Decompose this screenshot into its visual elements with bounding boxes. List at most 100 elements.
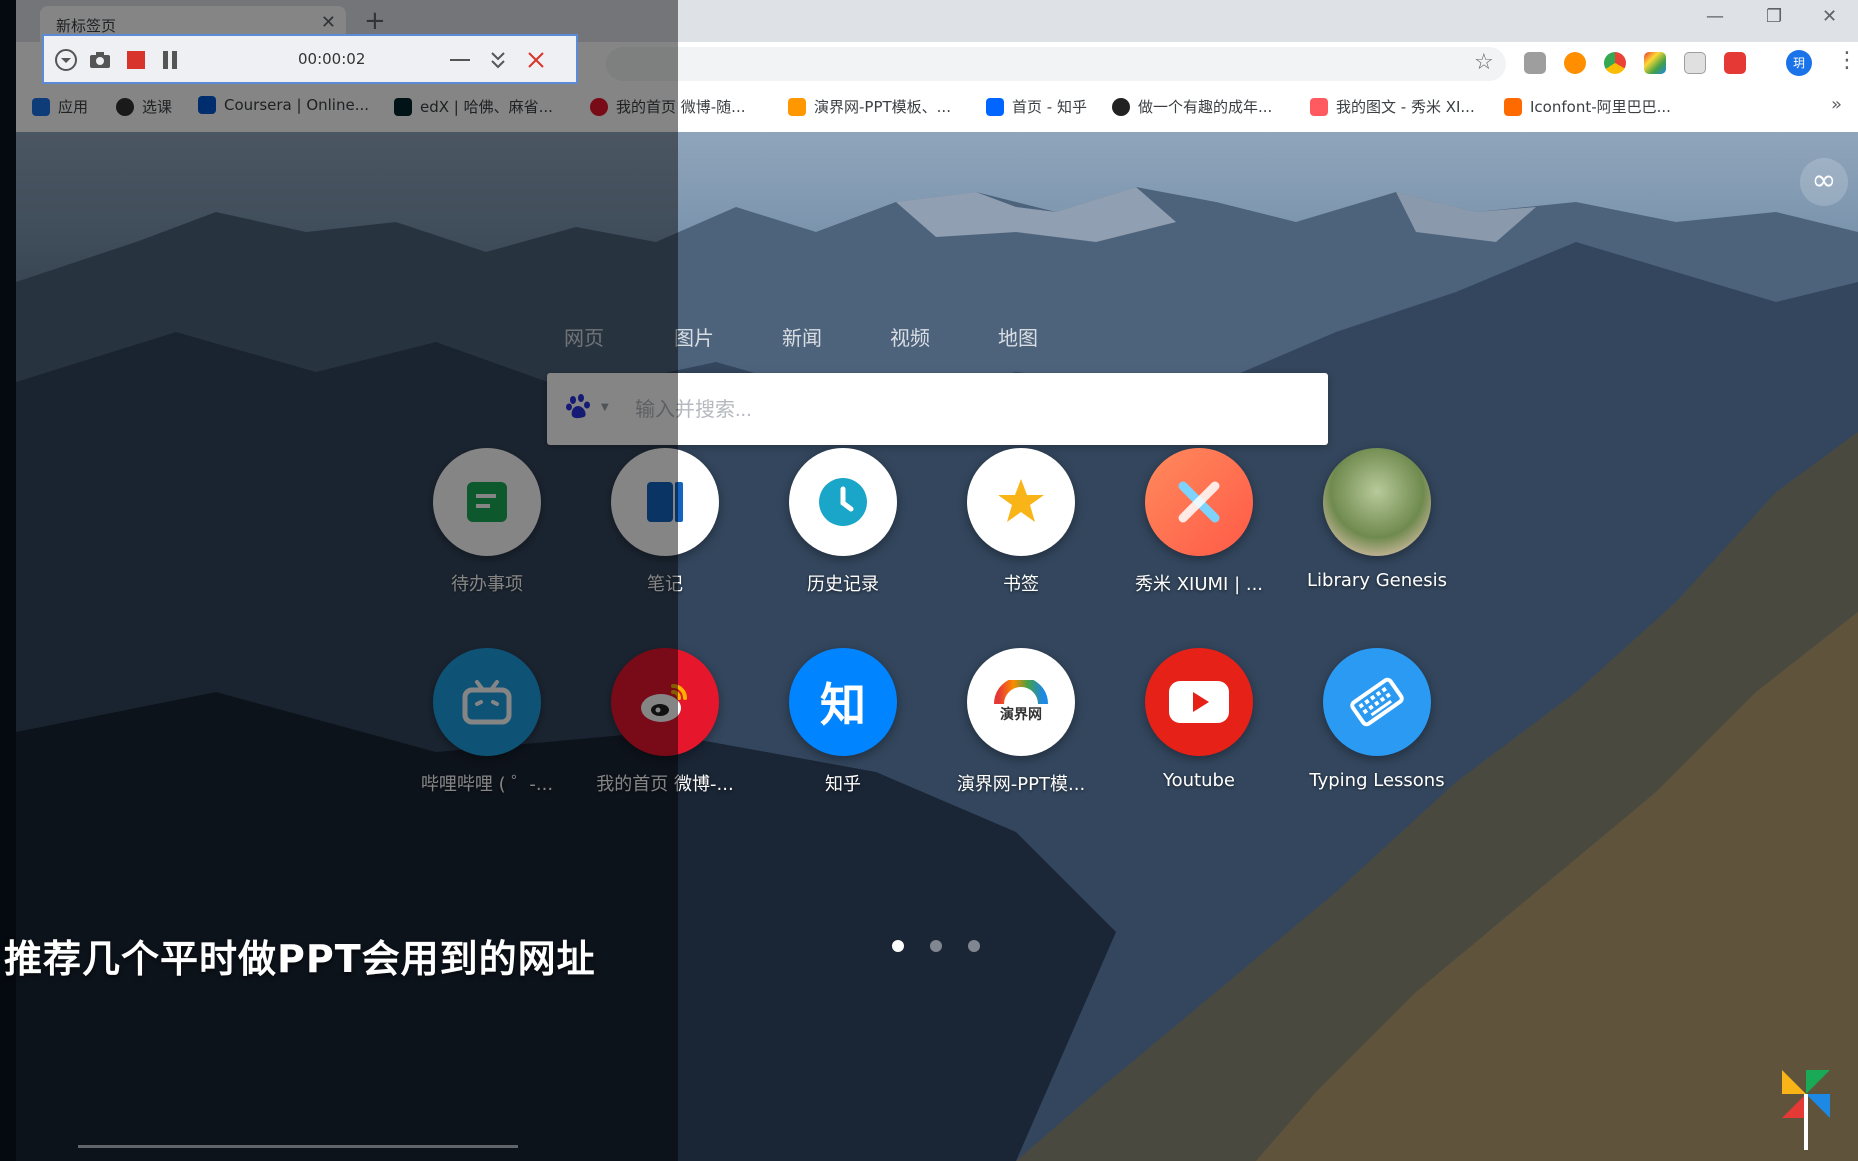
bookmark-label: 演界网-PPT模板、...: [814, 98, 951, 116]
search-tab-map[interactable]: 地图: [998, 322, 1038, 351]
bookmark-label: 应用: [58, 98, 89, 116]
bookmarks-overflow-icon[interactable]: »: [1831, 94, 1842, 115]
reader-ext-icon[interactable]: [1684, 52, 1706, 74]
address-bar[interactable]: [606, 47, 1506, 81]
tile-typing-lessons[interactable]: Typing Lessons: [1292, 648, 1462, 818]
bookmark-courses[interactable]: 选课: [116, 96, 172, 117]
search-input[interactable]: [633, 385, 1307, 435]
tile-bookmarks[interactable]: 书签: [936, 448, 1106, 618]
search-tab-images[interactable]: 图片: [674, 322, 714, 351]
tile-label: Typing Lessons: [1309, 770, 1445, 791]
page-dot-3[interactable]: [968, 940, 980, 952]
todo-icon: [433, 448, 541, 556]
bookmark-label: 我的首页 微博-随...: [616, 98, 746, 116]
red-ext-icon[interactable]: [1724, 52, 1746, 74]
page-dot-1[interactable]: [892, 940, 904, 952]
restore-window-button[interactable]: ❐: [1766, 6, 1782, 27]
translate-icon[interactable]: [1524, 52, 1546, 74]
tile-label: 哔哩哔哩 ( ゜-...: [420, 774, 554, 795]
tile-library-genesis[interactable]: Library Genesis: [1292, 448, 1462, 618]
close-icon[interactable]: [522, 46, 550, 74]
tile-label: 演界网-PPT模...: [956, 774, 1086, 795]
new-tab-button[interactable]: +: [364, 6, 386, 36]
tile-notes[interactable]: 笔记: [580, 448, 750, 618]
tile-label: 知乎: [825, 774, 861, 795]
color-ext-icon[interactable]: [1644, 52, 1666, 74]
tile-label: 秀米 XIUMI | ...: [1134, 574, 1264, 595]
minimize-window-button[interactable]: —: [1706, 6, 1724, 27]
bookmark-coursera[interactable]: Coursera | Online...: [198, 96, 369, 114]
weibo-tile-icon: [611, 648, 719, 756]
search-tab-news[interactable]: 新闻: [782, 322, 822, 351]
yanjie-tile-icon: 演界网: [967, 648, 1075, 756]
tile-zhihu[interactable]: 知 知乎: [758, 648, 928, 818]
bookmark-xiumi[interactable]: 我的图文 - 秀米 XI...: [1310, 96, 1475, 117]
recording-timer: 00:00:02: [298, 50, 366, 68]
bookmark-apps[interactable]: 应用: [32, 96, 88, 117]
coursera-icon: [198, 96, 216, 114]
tile-weibo[interactable]: 我的首页 微博-...: [580, 648, 750, 818]
page-dot-2[interactable]: [930, 940, 942, 952]
notes-icon: [611, 448, 719, 556]
xiumi-icon: [1310, 97, 1328, 116]
bookmark-weibo[interactable]: 我的首页 微博-随...: [590, 96, 746, 117]
bookmark-iconfont[interactable]: Iconfont-阿里巴巴...: [1504, 96, 1671, 117]
bookmark-fun-adult[interactable]: 做一个有趣的成年...: [1112, 96, 1272, 117]
profile-avatar[interactable]: 玥: [1786, 50, 1812, 76]
xiumi-tile-icon: [1145, 448, 1253, 556]
pinwheel-logo-icon: [1782, 1070, 1830, 1150]
infinity-ext-icon[interactable]: [1564, 52, 1586, 74]
search-tab-web[interactable]: 网页: [564, 322, 604, 351]
weibo-icon: [590, 97, 608, 116]
new-tab-page: ∞ 网页 图片 新闻 视频 地图 ▼ 待办事项 笔记: [16, 132, 1858, 1161]
tile-bilibili[interactable]: 哔哩哔哩 ( ゜-...: [402, 648, 572, 818]
collapse-icon[interactable]: [484, 46, 512, 74]
tile-yanjie[interactable]: 演界网 演界网-PPT模...: [936, 648, 1106, 818]
tab-close-icon[interactable]: ✕: [321, 12, 336, 33]
chevron-down-icon: ▼: [601, 401, 609, 413]
library-genesis-icon: [1323, 448, 1431, 556]
globe-icon: [116, 97, 134, 116]
bookmark-label: edX | 哈佛、麻省...: [420, 98, 553, 116]
bookmark-star-icon[interactable]: ☆: [1474, 50, 1494, 75]
tile-youtube[interactable]: Youtube: [1114, 648, 1284, 818]
edx-icon: [394, 97, 412, 116]
iconfont-icon: [1504, 97, 1522, 116]
tile-xiumi[interactable]: 秀米 XIUMI | ...: [1114, 448, 1284, 618]
search-tab-video[interactable]: 视频: [890, 322, 930, 351]
zhihu-icon: [986, 97, 1004, 116]
bookmark-label: 我的图文 - 秀米 XI...: [1336, 98, 1475, 116]
camera-icon[interactable]: [86, 46, 114, 74]
keyboard-icon: [1323, 648, 1431, 756]
video-progress-bar[interactable]: [78, 1145, 518, 1148]
bookmark-zhihu[interactable]: 首页 - 知乎: [986, 96, 1087, 117]
minimize-icon[interactable]: [446, 46, 474, 74]
yanjie-icon: [788, 97, 806, 116]
tile-history[interactable]: 历史记录: [758, 448, 928, 618]
tile-label: 书签: [1003, 574, 1039, 595]
tile-label: 待办事项: [451, 574, 523, 595]
mountain-background: [16, 187, 1858, 1161]
video-subtitle: 推荐几个平时做PPT会用到的网址: [4, 937, 596, 981]
bilibili-icon: [433, 648, 541, 756]
infinity-settings-button[interactable]: ∞: [1800, 158, 1848, 206]
dropdown-icon[interactable]: [52, 46, 80, 74]
bookmarks-bar: 应用 选课 Coursera | Online... edX | 哈佛、麻省..…: [16, 86, 1858, 133]
history-clock-icon: [789, 448, 897, 556]
tile-label: 我的首页 微博-...: [596, 774, 734, 795]
dark-site-icon: [1112, 97, 1130, 116]
pause-icon[interactable]: [156, 46, 184, 74]
tile-label: 历史记录: [807, 574, 879, 595]
bookmark-label: Coursera | Online...: [224, 96, 370, 114]
close-window-button[interactable]: ✕: [1822, 6, 1837, 27]
bookmark-yanjie[interactable]: 演界网-PPT模板、...: [788, 96, 951, 117]
zhihu-tile-icon: 知: [789, 648, 897, 756]
screen-recorder-toolbar: 00:00:02: [42, 34, 578, 84]
tile-todo[interactable]: 待办事项: [402, 448, 572, 618]
youtube-icon: [1145, 648, 1253, 756]
chrome-ext-icon[interactable]: [1604, 52, 1626, 74]
bookmark-edx[interactable]: edX | 哈佛、麻省...: [394, 96, 553, 117]
search-engine-selector[interactable]: ▼: [565, 393, 609, 421]
menu-icon[interactable]: ⋮: [1836, 48, 1858, 73]
stop-icon[interactable]: [122, 46, 150, 74]
